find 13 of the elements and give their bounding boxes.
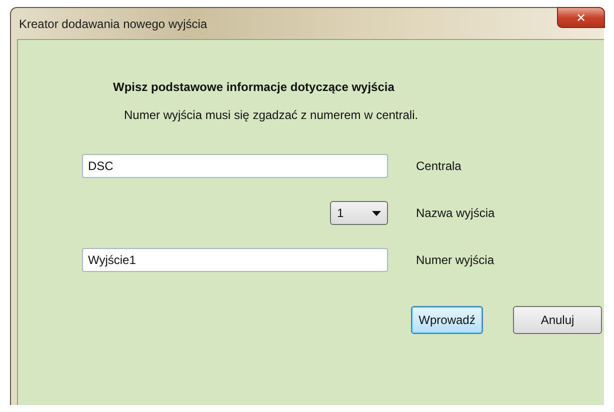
dropdown-arrow-icon: [372, 210, 381, 216]
text-field[interactable]: DSC: [82, 154, 388, 178]
button[interactable]: Anuluj: [513, 306, 602, 334]
text-field[interactable]: Wyjście1: [82, 248, 388, 272]
close-button[interactable]: ✕: [557, 7, 605, 28]
field-label: Centrala: [416, 159, 462, 173]
field-label: Numer wyjścia: [416, 253, 494, 267]
dropdown[interactable]: 1: [330, 201, 388, 225]
heading: Wpisz podstawowe informacje dotyczące wyjścia: [113, 80, 396, 94]
default-button[interactable]: Wprowadź: [411, 306, 483, 334]
window-title: Kreator dodawania nowego wyjścia: [19, 16, 208, 30]
instruction-text: Numer wyjścia musi się zgadzać z numerem w centrali.: [124, 108, 420, 122]
field-label: Nazwa wyjścia: [416, 206, 495, 220]
